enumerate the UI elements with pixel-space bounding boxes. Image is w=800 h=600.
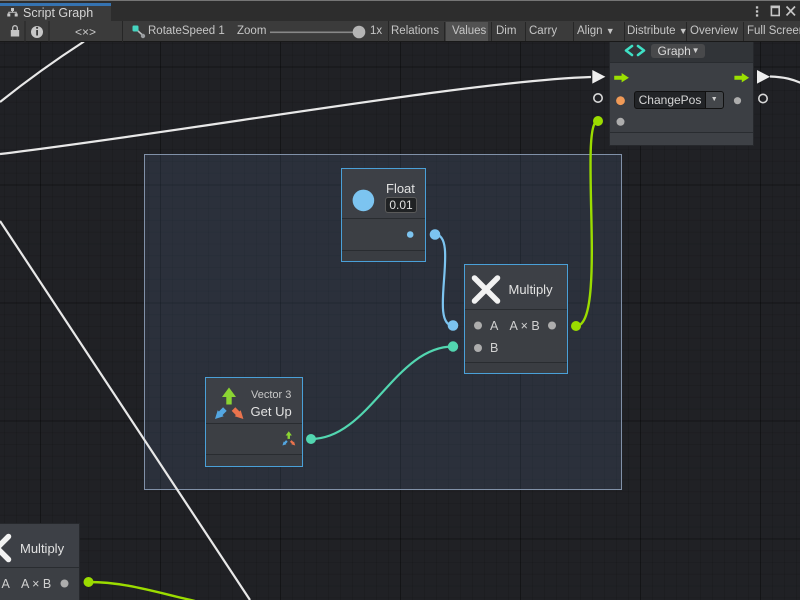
svg-text:<×>: <×> xyxy=(75,25,96,39)
